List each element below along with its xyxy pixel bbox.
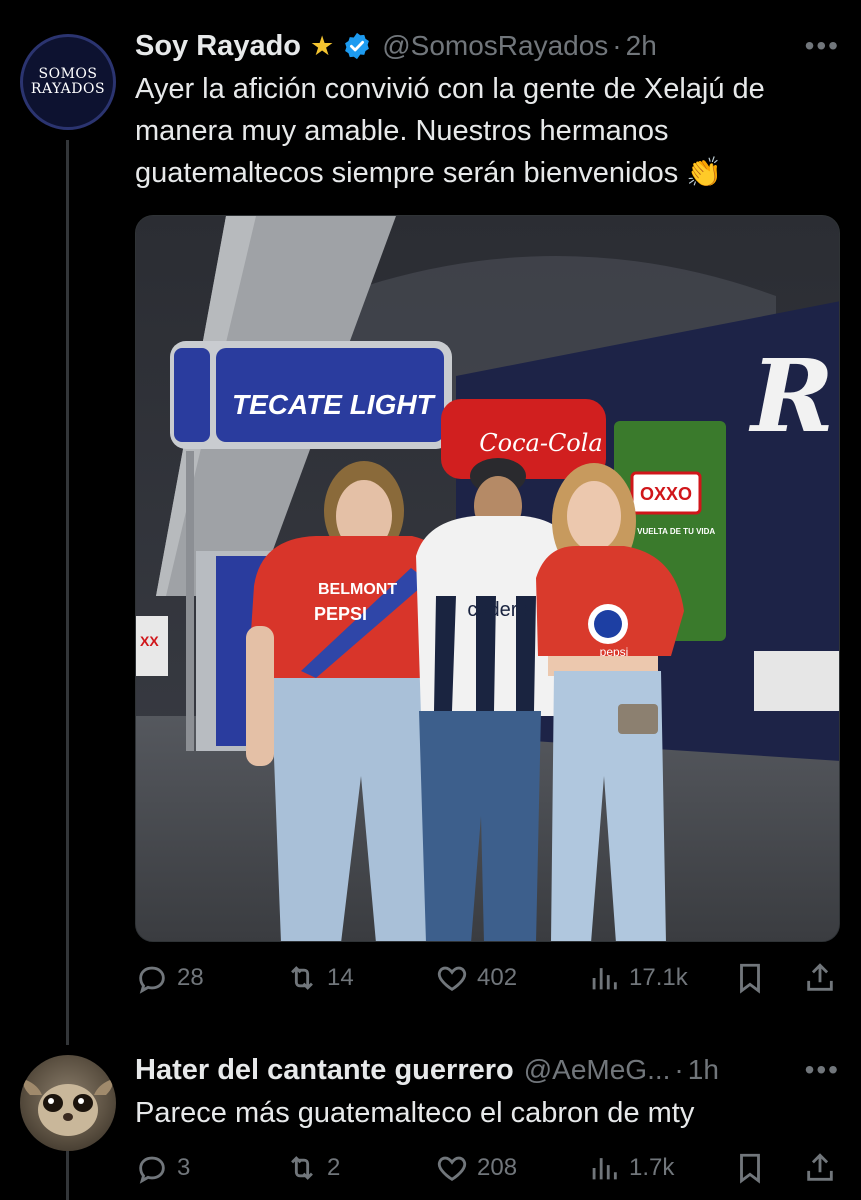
author-name[interactable]: Soy Rayado	[135, 30, 301, 63]
reply-icon	[139, 1156, 165, 1184]
like-count: 208	[477, 1154, 518, 1181]
retweet-count: 2	[327, 1154, 341, 1181]
photo-illustration: R OXXO A LA VUELTA DE TU VIDA TECATE LIG…	[136, 216, 839, 941]
views-button[interactable]: 17.1k	[587, 961, 688, 995]
views-icon	[592, 968, 617, 990]
avatar-logo-text-top: SOMOS	[38, 66, 98, 82]
header-separator: ·	[612, 30, 622, 61]
views-count: 1.7k	[629, 1154, 675, 1181]
cocacola-sign: Coca-Cola	[479, 429, 602, 457]
reply-text: Parece más guatemalteco el cabron de mty	[135, 1097, 695, 1129]
left-shirt-sponsor: BELMONT	[318, 581, 397, 598]
bookmark-icon	[740, 963, 760, 994]
avatar-logo-text-bottom: RAYADOS	[30, 81, 106, 97]
reply-header: Hater del cantante guerrero @AeMeG... · …	[135, 1050, 840, 1090]
bookmark-icon	[740, 1153, 760, 1184]
side-sign: XX	[140, 633, 159, 649]
wall-letter: R	[748, 337, 834, 455]
views-button[interactable]: 1.7k	[587, 1151, 674, 1185]
bookmark-button[interactable]	[733, 1151, 767, 1185]
share-icon	[807, 1153, 833, 1181]
share-button[interactable]	[803, 961, 837, 995]
star-emoji-icon: ★	[310, 30, 335, 61]
retweet-button[interactable]: 14	[285, 961, 354, 995]
reply-author-name[interactable]: Hater del cantante guerrero	[135, 1054, 514, 1087]
like-button[interactable]: 402	[435, 961, 517, 995]
more-icon[interactable]: •••	[805, 1054, 840, 1086]
views-icon	[592, 1158, 617, 1180]
tweet-main[interactable]: Soy Rayado ★ @SomosRayados · 2h ••• Ayer…	[135, 26, 840, 194]
oxxo-sign: OXXO	[640, 484, 692, 504]
left-shirt-sponsor-2: PEPSI	[314, 604, 367, 624]
views-count: 17.1k	[629, 964, 688, 991]
tweet-photo[interactable]: R OXXO A LA VUELTA DE TU VIDA TECATE LIG…	[135, 215, 840, 942]
avatar[interactable]: SOMOS RAYADOS	[20, 34, 116, 130]
center-shirt-sponsor: codere	[467, 599, 528, 621]
author-handle[interactable]: @SomosRayados	[382, 30, 608, 62]
tweet-timestamp[interactable]: 2h	[626, 30, 657, 62]
reply-author-handle[interactable]: @AeMeG...	[524, 1054, 671, 1086]
share-icon	[807, 963, 833, 991]
verified-badge-icon	[345, 32, 370, 60]
more-icon[interactable]: •••	[805, 30, 840, 62]
avatar-reply-author[interactable]	[20, 1055, 116, 1151]
reply-timestamp[interactable]: 1h	[688, 1054, 719, 1086]
retweet-icon	[291, 1156, 313, 1180]
tweet-text: Ayer la afición convivió con la gente de…	[135, 73, 765, 189]
retweet-icon	[291, 966, 313, 990]
reply-count: 28	[177, 964, 204, 991]
reply-button[interactable]: 28	[135, 961, 204, 995]
reply-actions: 3 2 208 1.7k	[135, 1148, 840, 1188]
like-count: 402	[477, 964, 518, 991]
reply-header-separator: ·	[674, 1054, 684, 1085]
thread-connector-line-bottom	[66, 1150, 69, 1200]
retweet-button[interactable]: 2	[285, 1151, 340, 1185]
tweet-header: Soy Rayado ★ @SomosRayados · 2h •••	[135, 26, 840, 66]
bookmark-button[interactable]	[733, 961, 767, 995]
like-button[interactable]: 208	[435, 1151, 517, 1185]
gremlin-avatar-image	[23, 1080, 113, 1136]
tweet-reply[interactable]: Hater del cantante guerrero @AeMeG... · …	[135, 1050, 840, 1134]
share-button[interactable]	[803, 1151, 837, 1185]
like-icon	[437, 966, 467, 991]
thread-connector-line	[66, 140, 69, 1045]
reply-count: 3	[177, 1154, 191, 1181]
like-icon	[437, 1156, 467, 1181]
reply-icon	[139, 966, 165, 994]
retweet-count: 14	[327, 964, 354, 991]
tweet-actions: 28 14 402 17.1k	[135, 958, 840, 998]
tecate-sign: TECATE LIGHT	[232, 389, 437, 420]
reply-button[interactable]: 3	[135, 1151, 190, 1185]
